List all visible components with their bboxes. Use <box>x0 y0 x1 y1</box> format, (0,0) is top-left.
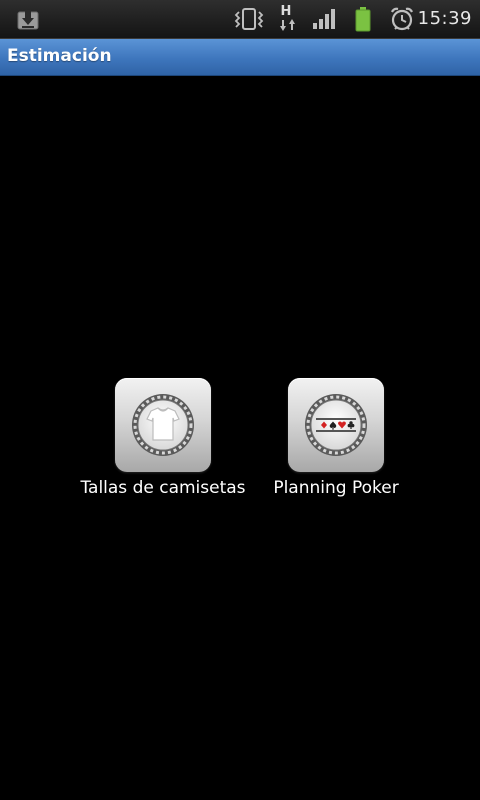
status-bar: H 15:39 <box>0 0 480 39</box>
poker-chip-icon[interactable] <box>288 378 384 472</box>
battery-icon <box>352 0 374 38</box>
launcher-item-planning-poker[interactable]: Planning Poker <box>241 378 431 508</box>
t-shirt-icon[interactable] <box>115 378 211 472</box>
download-icon[interactable] <box>14 0 42 38</box>
status-clock: 15:39 <box>417 8 472 29</box>
page-title: Estimación <box>7 46 112 66</box>
hspa-data-icon: H <box>276 0 302 38</box>
launcher-item-label[interactable]: Planning Poker <box>241 478 431 498</box>
vibrate-icon <box>232 0 266 38</box>
network-type-label: H <box>280 4 292 19</box>
alarm-clock-icon <box>388 0 416 38</box>
launcher-item-tallas-de-camisetas[interactable]: Tallas de camisetas <box>68 378 258 508</box>
launcher-item-label[interactable]: Tallas de camisetas <box>68 478 258 498</box>
app-title-bar: Estimación <box>0 39 480 76</box>
signal-icon <box>311 0 339 38</box>
